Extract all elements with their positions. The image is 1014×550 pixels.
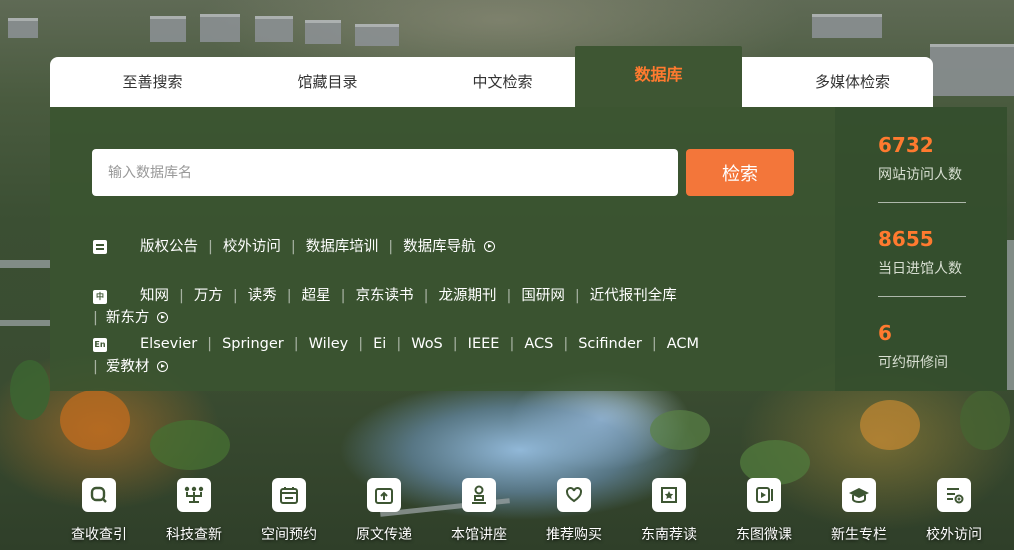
stat-entries-label: 当日进馆人数: [878, 261, 962, 277]
book-star-icon: [652, 478, 686, 512]
search-button[interactable]: 检索: [686, 149, 794, 196]
link-duxiu[interactable]: 读秀: [248, 288, 277, 304]
graduation-cap-icon: [842, 478, 876, 512]
stat-rooms-count: 6: [878, 321, 892, 345]
more-arrow-icon[interactable]: [157, 360, 169, 372]
link-jd-reading[interactable]: 京东读书: [356, 288, 414, 304]
english-db-icon: En: [93, 338, 107, 352]
stats-divider: [878, 202, 966, 203]
chinese-database-links: 知网 | 万方 | 读秀 | 超星 | 京东读书 | 龙源期刊 | 国研网 | 近代报刊全库: [140, 288, 677, 304]
link-database-navigation[interactable]: 数据库导航: [403, 239, 476, 255]
link-copyright-notice[interactable]: 版权公告: [140, 239, 198, 255]
network-icon: [177, 478, 211, 512]
link-elsevier[interactable]: Elsevier: [140, 336, 197, 352]
link-wiley[interactable]: Wiley: [309, 336, 349, 352]
quick-link-novelty-search[interactable]: 科技查新: [149, 478, 239, 544]
stat-rooms-label: 可约研修间: [878, 355, 948, 371]
link-new-oriental[interactable]: 新东方: [106, 310, 150, 326]
speaker-icon: [462, 478, 496, 512]
link-wanfang[interactable]: 万方: [194, 288, 223, 304]
link-wos[interactable]: WoS: [411, 336, 443, 352]
chinese-db-icon: 中: [93, 290, 107, 304]
stats-divider: [878, 296, 966, 297]
upload-icon: [367, 478, 401, 512]
tab-chinese-search[interactable]: 中文检索: [435, 57, 570, 107]
tab-catalog[interactable]: 馆藏目录: [260, 57, 395, 107]
quick-link-southeast-reading[interactable]: 东南荐读: [624, 478, 714, 544]
more-arrow-icon[interactable]: [157, 311, 169, 323]
search-tabs: 至善搜索 馆藏目录 中文检索 数据库 多媒体检索: [50, 46, 933, 107]
quick-link-purchase-recommendation[interactable]: 推荐购买: [529, 478, 619, 544]
quick-link-document-delivery[interactable]: 原文传递: [339, 478, 429, 544]
link-chaoxing[interactable]: 超星: [302, 288, 331, 304]
stat-entries-count: 8655: [878, 227, 934, 251]
quick-link-lectures[interactable]: 本馆讲座: [434, 478, 524, 544]
tab-database[interactable]: 数据库: [575, 46, 742, 107]
quick-link-citation-search[interactable]: 查收查引: [54, 478, 144, 544]
service-links-row: 版权公告 | 校外访问 | 数据库培训 | 数据库导航: [140, 236, 495, 258]
tab-multimedia-search[interactable]: 多媒体检索: [785, 57, 920, 107]
english-database-links: Elsevier | Springer | Wiley | Ei | WoS | IEEE | ACS |…: [140, 336, 700, 352]
link-acm[interactable]: ACM: [667, 336, 699, 352]
link-offcampus-access[interactable]: 校外访问: [223, 239, 281, 255]
link-modern-newspapers[interactable]: 近代报刊全库: [590, 288, 677, 304]
remote-access-icon: [937, 478, 971, 512]
quick-link-micro-courses[interactable]: 东图微课: [719, 478, 809, 544]
document-lines-icon: [93, 240, 107, 254]
link-database-training[interactable]: 数据库培训: [306, 239, 379, 255]
link-ieee[interactable]: IEEE: [468, 336, 500, 352]
link-aijiaocai[interactable]: 爱教材: [106, 359, 150, 375]
more-arrow-icon[interactable]: [483, 240, 495, 252]
link-ei[interactable]: Ei: [373, 336, 386, 352]
link-longyuan[interactable]: 龙源期刊: [438, 288, 496, 304]
calendar-icon: [272, 478, 306, 512]
stat-visitors-count: 6732: [878, 133, 934, 157]
link-scifinder[interactable]: Scifinder: [578, 336, 642, 352]
link-guoyan[interactable]: 国研网: [521, 288, 565, 304]
quick-link-freshman-column[interactable]: 新生专栏: [814, 478, 904, 544]
quick-link-space-booking[interactable]: 空间预约: [244, 478, 334, 544]
link-springer[interactable]: Springer: [222, 336, 284, 352]
chinese-database-links-wrap: | 新东方: [93, 307, 169, 329]
stat-visitors-label: 网站访问人数: [878, 167, 962, 183]
tab-zhishan-search[interactable]: 至善搜索: [85, 57, 220, 107]
heart-icon: [557, 478, 591, 512]
play-icon: [747, 478, 781, 512]
english-database-links-wrap: | 爱教材: [93, 356, 169, 378]
quick-link-offcampus-access[interactable]: 校外访问: [909, 478, 999, 544]
search-icon: [82, 478, 116, 512]
link-cnki[interactable]: 知网: [140, 288, 169, 304]
database-search-input[interactable]: [92, 149, 678, 196]
link-acs[interactable]: ACS: [524, 336, 553, 352]
